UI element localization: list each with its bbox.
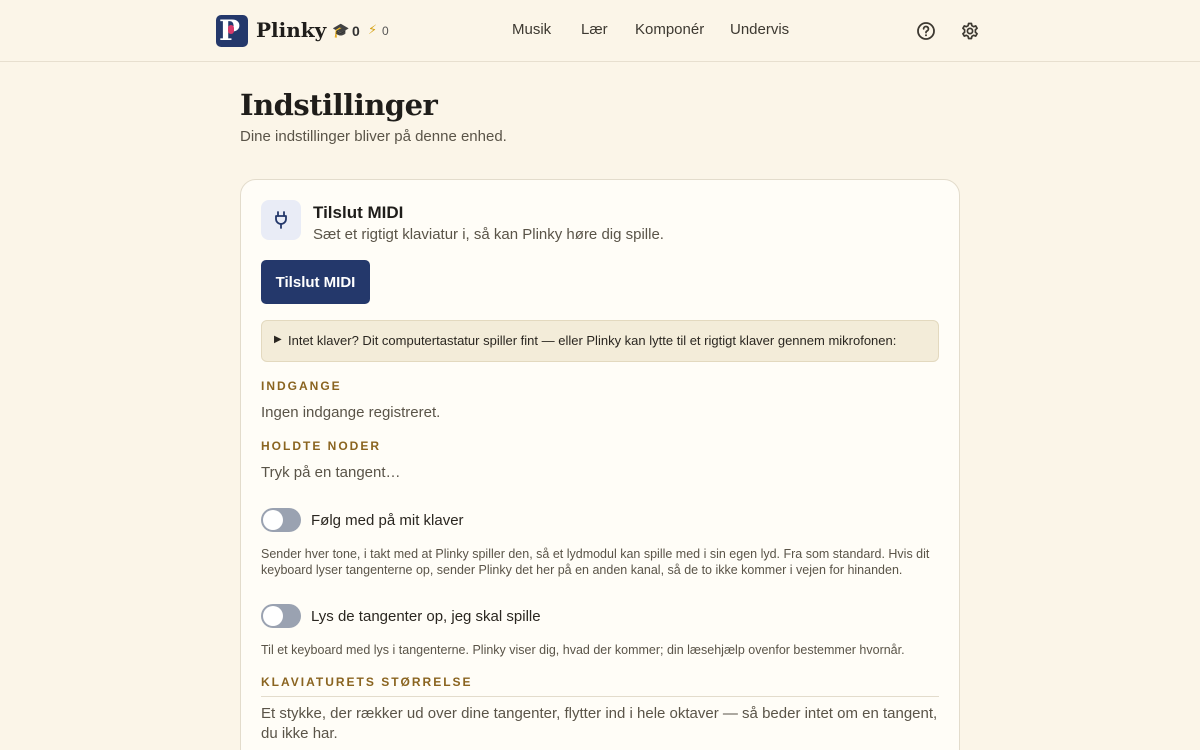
lightning-icon: ⚡: [368, 22, 378, 37]
inputs-status: Ingen indgange registreret.: [261, 404, 441, 421]
disclosure-triangle-icon: ▶: [274, 334, 282, 345]
top-navigation-bar: P Plinky 🎓 0 ⚡ 0 Musik Lær Komponér Unde…: [0, 0, 1200, 62]
follow-piano-label: Følg med på mit klaver: [311, 512, 464, 529]
no-piano-details[interactable]: ▶ Intet klaver? Dit computertastatur spi…: [261, 320, 939, 362]
light-keys-help: Til et keyboard med lys i tangenterne. P…: [261, 643, 905, 657]
keyboard-size-section-label: KLAVIATURETS STØRRELSE: [261, 675, 473, 689]
nav-item-undervis[interactable]: Undervis: [730, 21, 789, 38]
page-title: Indstillinger: [240, 88, 438, 122]
graduation-cap-icon: 🎓: [332, 22, 350, 38]
energy-count: 0: [382, 24, 389, 38]
midi-card-title: Tilslut MIDI: [313, 203, 404, 222]
midi-card-subtitle: Sæt et rigtigt klaviatur i, så kan Plink…: [313, 226, 664, 243]
brand-name[interactable]: Plinky: [256, 18, 326, 42]
toggle-knob: [263, 606, 283, 626]
follow-piano-help: Sender hver tone, i takt med at Plinky s…: [261, 547, 930, 577]
light-keys-label: Lys de tangenter op, jeg skal spille: [311, 608, 541, 625]
nav-item-komponer[interactable]: Komponér: [635, 21, 704, 38]
connect-midi-button[interactable]: Tilslut MIDI: [261, 260, 370, 304]
follow-piano-toggle[interactable]: [261, 508, 301, 532]
plug-icon: [261, 200, 301, 240]
nav-item-laer[interactable]: Lær: [581, 21, 608, 38]
inputs-section-label: INDGANGE: [261, 379, 342, 393]
toggle-knob: [263, 510, 283, 530]
caps-count: 0: [352, 23, 360, 39]
light-keys-toggle[interactable]: [261, 604, 301, 628]
midi-settings-card: Tilslut MIDI Sæt et rigtigt klaviatur i,…: [240, 179, 960, 750]
section-divider: [261, 696, 939, 697]
keyboard-size-description: Et stykke, der rækker ud over dine tange…: [261, 705, 938, 742]
held-notes-status: Tryk på en tangent…: [261, 464, 401, 481]
gear-icon[interactable]: [959, 20, 981, 42]
details-summary: Intet klaver? Dit computertastatur spill…: [288, 333, 897, 348]
held-notes-section-label: HOLDTE NODER: [261, 439, 381, 453]
plinky-logo-icon[interactable]: P: [216, 15, 248, 47]
logo-dot: [228, 25, 234, 34]
page-subtitle: Dine indstillinger bliver på denne enhed…: [240, 128, 507, 145]
nav-item-musik[interactable]: Musik: [512, 21, 551, 38]
help-icon[interactable]: [915, 20, 937, 42]
